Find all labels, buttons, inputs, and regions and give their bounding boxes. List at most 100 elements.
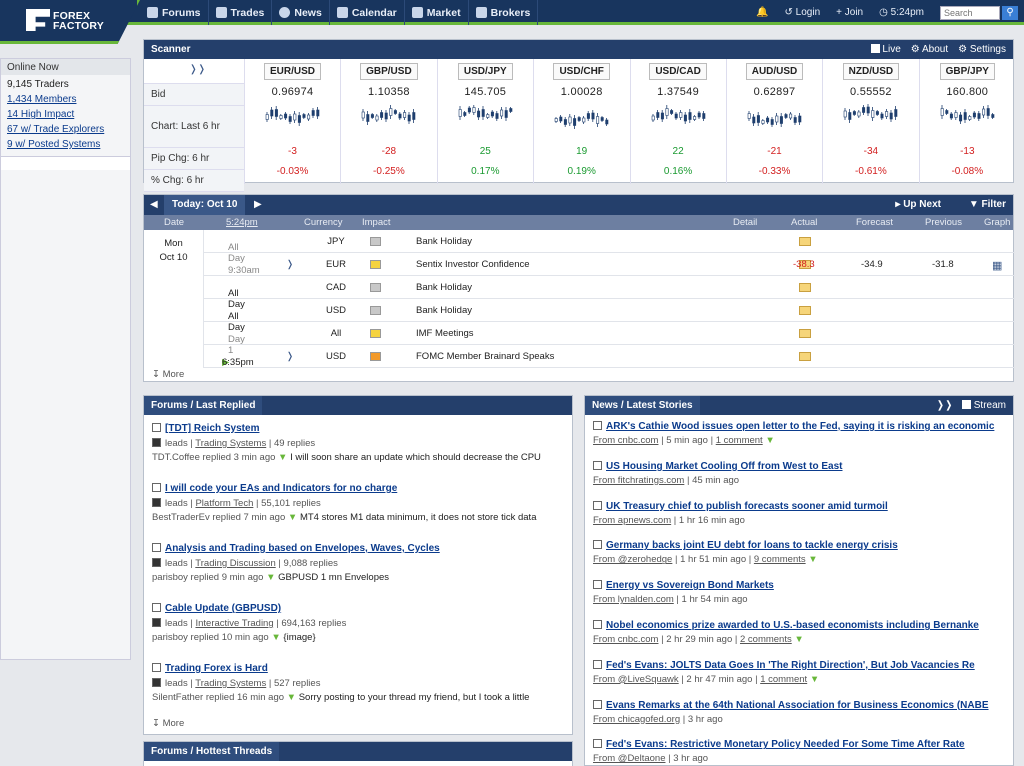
- forum-link[interactable]: Platform Tech: [195, 498, 253, 509]
- story-title[interactable]: Fed's Evans: JOLTS Data Goes In 'The Rig…: [593, 659, 1013, 671]
- login-link[interactable]: ↺ Login: [777, 0, 829, 25]
- forum-link[interactable]: Interactive Trading: [195, 618, 273, 629]
- story-source[interactable]: From lynalden.com: [593, 594, 674, 605]
- replier[interactable]: BestTraderEv replied 7 min ago: [152, 512, 285, 523]
- story-title[interactable]: UK Treasury chief to publish forecasts s…: [593, 500, 1013, 512]
- story-comments[interactable]: 2 comments: [740, 634, 792, 645]
- forum-link[interactable]: Trading Discussion: [195, 558, 275, 569]
- scanner-pair-eurusd[interactable]: EUR/USD 0.96974 -3 -0.03%: [244, 59, 340, 184]
- clock[interactable]: ◷ 5:24pm: [871, 0, 932, 25]
- story-source[interactable]: From @LiveSquawk: [593, 674, 679, 685]
- forums-more-link[interactable]: ↧ More: [152, 718, 184, 729]
- thread-title[interactable]: Analysis and Trading based on Envelopes,…: [165, 543, 440, 554]
- nav-calendar[interactable]: Calendar: [330, 0, 405, 25]
- sound-icon[interactable]: ❭❭: [144, 59, 244, 84]
- calendar-event-row[interactable]: 9:30am ❭ EUR Sentix Investor Confidence …: [204, 253, 1015, 276]
- live-toggle[interactable]: Live: [870, 44, 901, 55]
- dropdown-icon[interactable]: ▼: [765, 435, 774, 446]
- avatar[interactable]: [152, 498, 161, 507]
- pair-name[interactable]: USD/JPY: [457, 63, 513, 80]
- search-input[interactable]: [940, 5, 1000, 20]
- story-source[interactable]: From apnews.com: [593, 515, 671, 526]
- impact-orange-icon[interactable]: [370, 352, 381, 361]
- calendar-more-link[interactable]: ↧ More: [152, 369, 184, 380]
- col-time[interactable]: 5:24pm: [226, 217, 258, 228]
- dropdown-icon[interactable]: ▼: [266, 572, 275, 583]
- thread-title[interactable]: [TDT] Reich System: [165, 423, 259, 434]
- replier[interactable]: parisboy replied 9 min ago: [152, 572, 263, 583]
- story-comments[interactable]: 1 comment: [716, 435, 763, 446]
- calendar-event-row[interactable]: Day 1 All IMF Meetings: [204, 322, 1015, 356]
- event-name[interactable]: Bank Holiday: [416, 236, 472, 247]
- pair-name[interactable]: USD/CHF: [553, 63, 610, 80]
- story-source[interactable]: From chicagofed.org: [593, 714, 680, 725]
- pair-name[interactable]: USD/CAD: [649, 63, 707, 80]
- dropdown-icon[interactable]: ▼: [287, 692, 296, 703]
- scanner-pair-usdchf[interactable]: USD/CHF 1.00028 19 0.19%: [533, 59, 629, 184]
- pair-name[interactable]: GBP/JPY: [939, 63, 995, 80]
- detail-folder-icon[interactable]: [799, 283, 811, 292]
- replier[interactable]: SilentFather replied 16 min ago: [152, 692, 284, 703]
- filter-button[interactable]: ▼ Filter: [969, 199, 1006, 210]
- detail-folder-icon[interactable]: [799, 329, 811, 338]
- search-icon[interactable]: ⚲: [1002, 5, 1018, 20]
- dropdown-icon[interactable]: ▼: [288, 512, 297, 523]
- dropdown-icon[interactable]: ▼: [810, 674, 819, 685]
- story-title[interactable]: Germany backs joint EU debt for loans to…: [593, 540, 1013, 551]
- detail-folder-icon[interactable]: [799, 306, 811, 315]
- pair-name[interactable]: EUR/USD: [263, 63, 321, 80]
- impact-yellow-icon[interactable]: [370, 329, 381, 338]
- next-day-icon[interactable]: ▶: [254, 199, 262, 210]
- story-title[interactable]: Fed's Evans: Restrictive Monetary Policy…: [593, 739, 1013, 750]
- detail-folder-icon[interactable]: [799, 352, 811, 361]
- dropdown-icon[interactable]: ▼: [271, 632, 280, 643]
- nav-news[interactable]: News: [272, 0, 330, 25]
- notifications-bell-icon[interactable]: 🔔: [748, 0, 776, 25]
- impact-gray-icon[interactable]: [370, 306, 381, 315]
- pair-name[interactable]: GBP/USD: [360, 63, 418, 80]
- nav-brokers[interactable]: Brokers: [469, 0, 539, 25]
- sound-icon[interactable]: ❭: [286, 259, 294, 270]
- forum-link[interactable]: Trading Systems: [195, 438, 266, 449]
- thread-title[interactable]: I will code your EAs and Indicators for …: [165, 483, 397, 494]
- scanner-pair-audusd[interactable]: AUD/USD 0.62897 -21 -0.33%: [726, 59, 822, 184]
- calendar-event-row[interactable]: All Day USD Bank Holiday: [204, 299, 1015, 333]
- replier[interactable]: parisboy replied 10 min ago: [152, 632, 269, 643]
- event-name[interactable]: Bank Holiday: [416, 282, 472, 293]
- nav-market[interactable]: Market: [405, 0, 469, 25]
- dropdown-icon[interactable]: ▼: [278, 452, 287, 463]
- up-next-button[interactable]: ▸ Up Next: [895, 199, 941, 210]
- scanner-pair-usdjpy[interactable]: USD/JPY 145.705 25 0.17%: [436, 59, 533, 184]
- event-name[interactable]: IMF Meetings: [416, 328, 474, 339]
- graph-icon[interactable]: ▦: [992, 259, 1002, 272]
- detail-folder-icon[interactable]: [799, 237, 811, 246]
- event-name[interactable]: Sentix Investor Confidence: [416, 259, 530, 270]
- settings-button[interactable]: ⚙ Settings: [958, 44, 1006, 55]
- story-title[interactable]: Evans Remarks at the 64th National Assoc…: [593, 699, 1013, 711]
- sound-icon[interactable]: ❭: [286, 351, 294, 362]
- scanner-pair-gbpusd[interactable]: GBP/USD 1.10358 -28 -0.25%: [340, 59, 436, 184]
- story-comments[interactable]: 1 comment: [760, 674, 807, 685]
- calendar-event-row[interactable]: All Day JPY Bank Holiday: [204, 230, 1015, 264]
- replier[interactable]: TDT.Coffee replied 3 min ago: [152, 452, 275, 463]
- dropdown-icon[interactable]: ▼: [808, 554, 817, 565]
- calendar-event-row[interactable]: ▶ 6:35pm ❭ USD FOMC Member Brainard Speak…: [204, 345, 1015, 368]
- online-members-link[interactable]: 1,434 Members: [7, 92, 130, 107]
- pair-name[interactable]: NZD/USD: [842, 63, 900, 80]
- thread-title[interactable]: Cable Update (GBPUSD): [165, 603, 281, 614]
- online-posted-systems-link[interactable]: 9 w/ Posted Systems: [7, 137, 130, 152]
- avatar[interactable]: [152, 558, 161, 567]
- story-source[interactable]: From @zerohedge: [593, 554, 672, 565]
- live-checkbox[interactable]: [870, 44, 880, 53]
- avatar[interactable]: [152, 618, 161, 627]
- stream-toggle[interactable]: Stream: [961, 400, 1006, 411]
- pair-name[interactable]: AUD/USD: [745, 63, 804, 80]
- story-source[interactable]: From cnbc.com: [593, 435, 658, 446]
- avatar[interactable]: [152, 438, 161, 447]
- story-title[interactable]: US Housing Market Cooling Off from West …: [593, 460, 1013, 472]
- event-name[interactable]: FOMC Member Brainard Speaks: [416, 351, 554, 362]
- story-source[interactable]: From cnbc.com: [593, 634, 658, 645]
- story-source[interactable]: From fitchratings.com: [593, 475, 684, 486]
- thread-title[interactable]: Trading Forex is Hard: [165, 663, 268, 674]
- story-title[interactable]: Energy vs Sovereign Bond Markets: [593, 580, 1013, 591]
